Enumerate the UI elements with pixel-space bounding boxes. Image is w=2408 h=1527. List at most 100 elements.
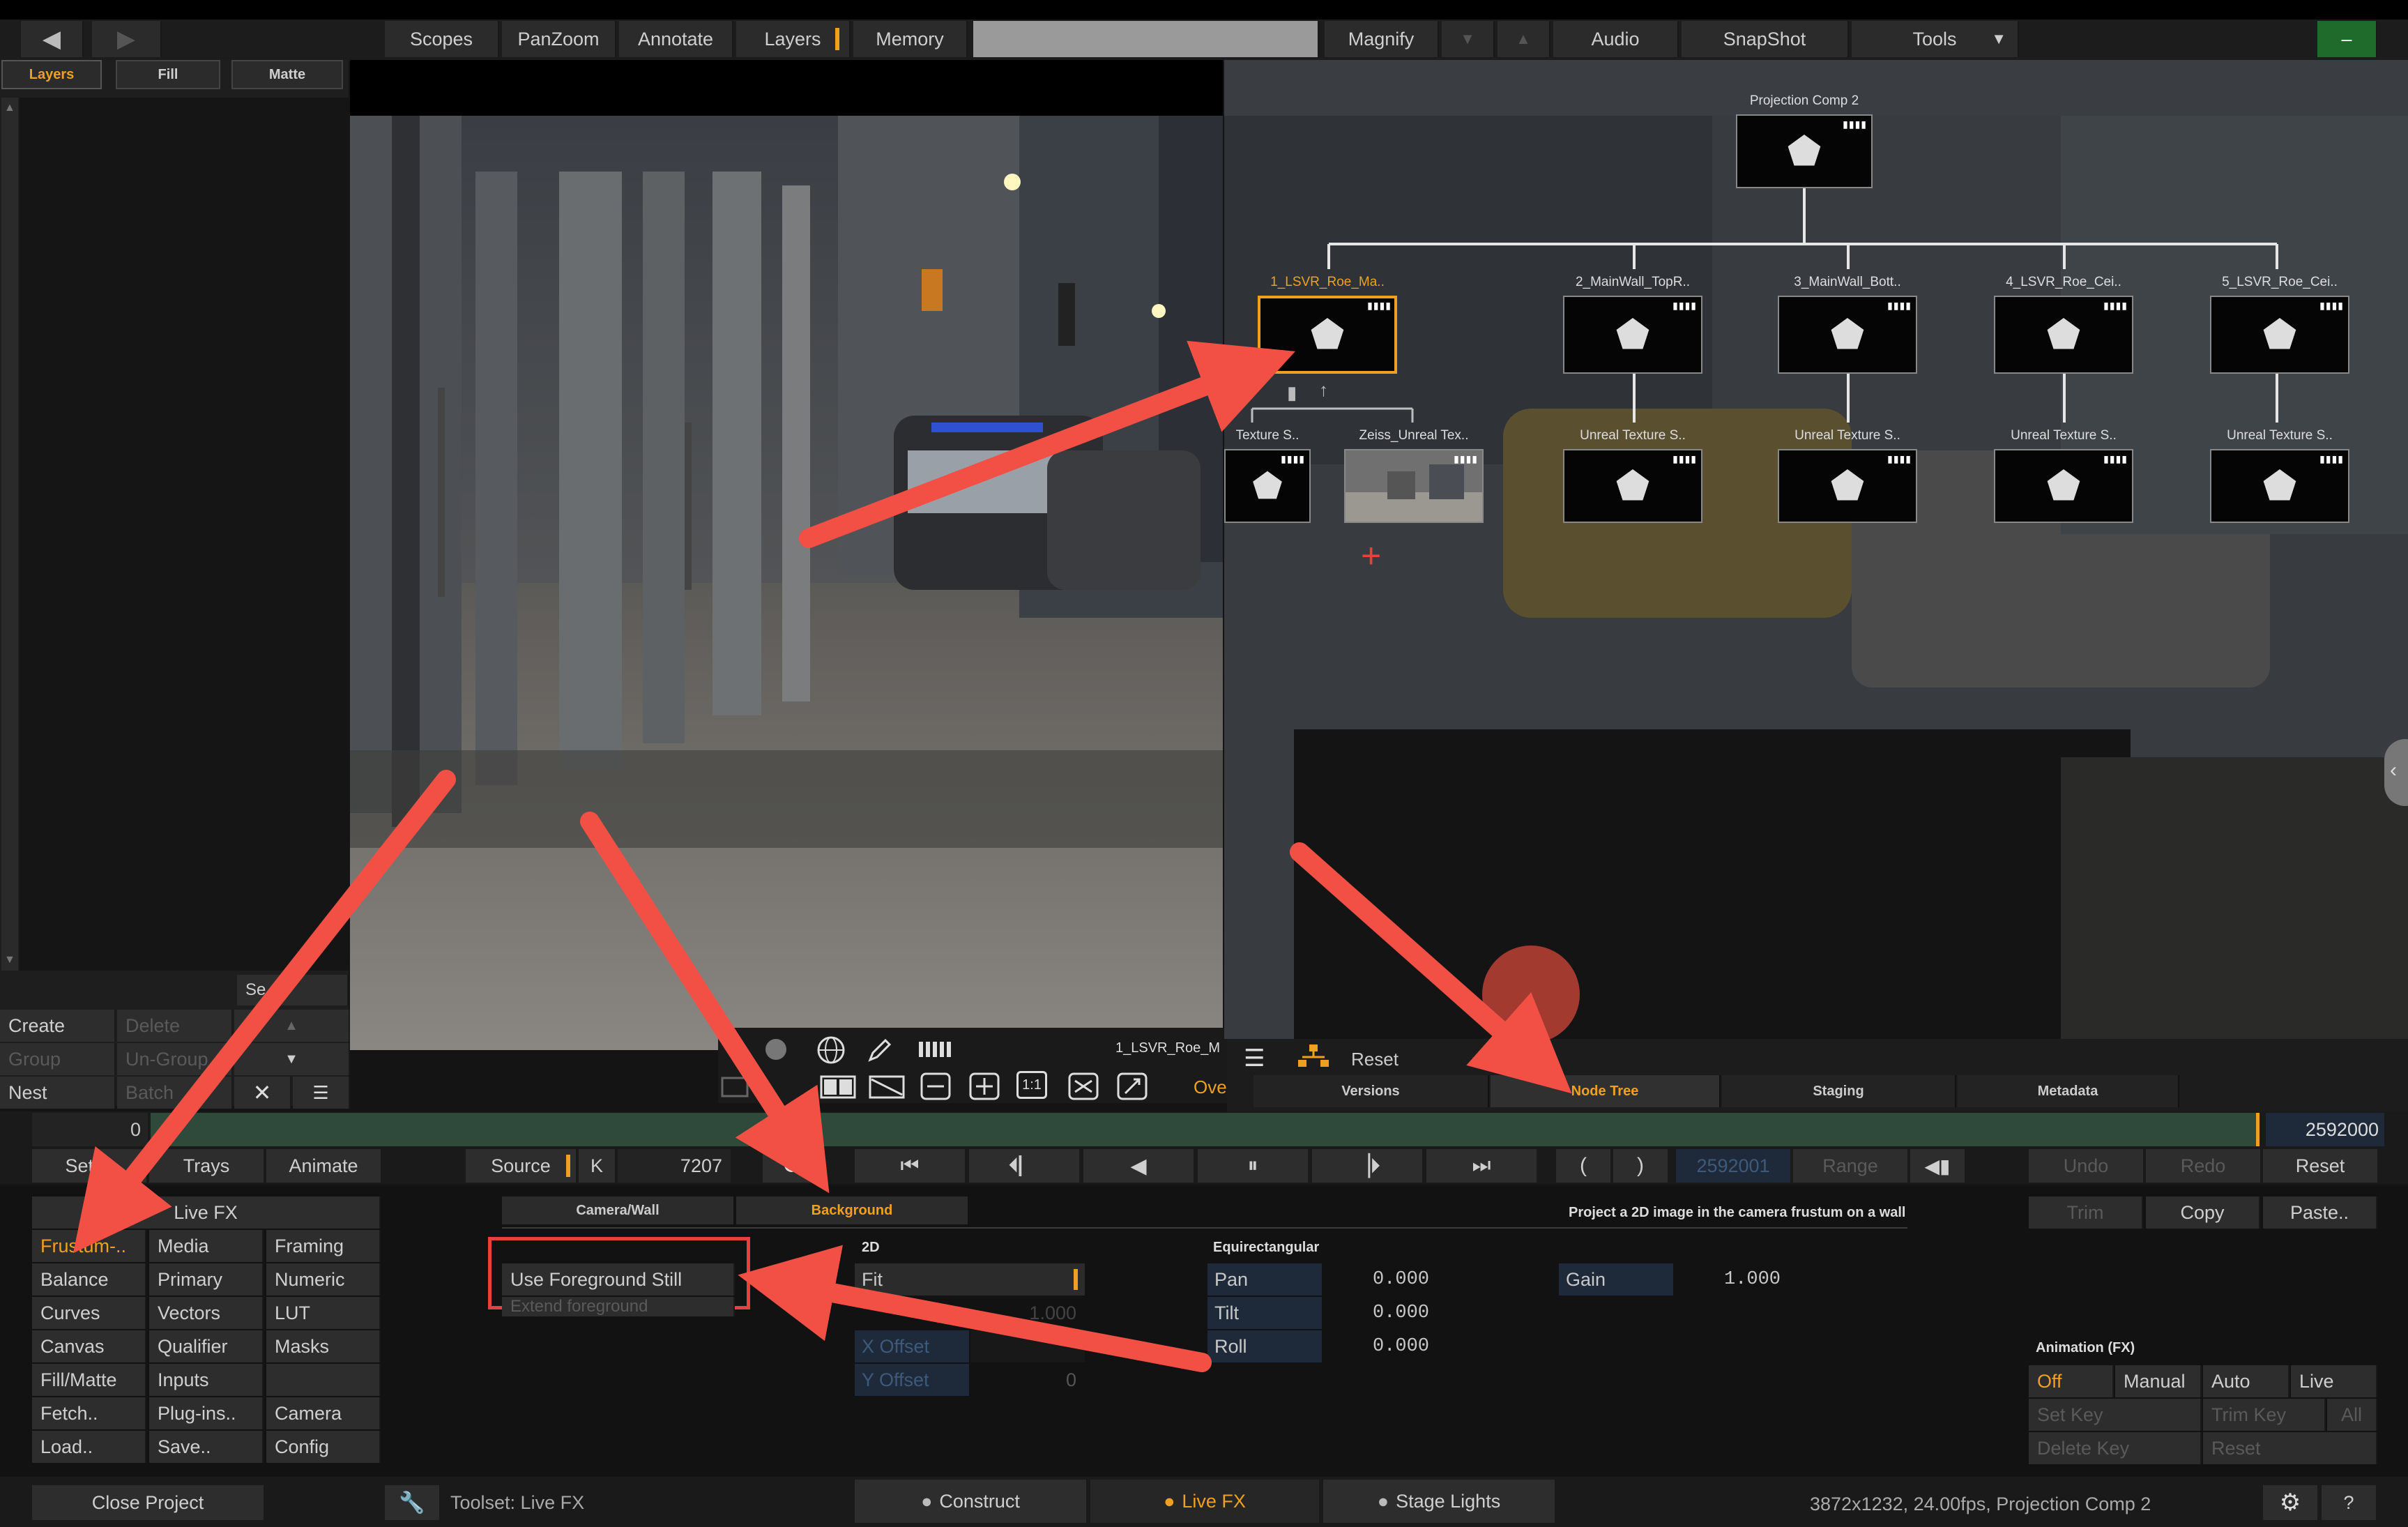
timeline-end[interactable]: 2592000: [2266, 1113, 2384, 1146]
go-to-start-button[interactable]: ⏮: [855, 1149, 966, 1183]
fit-dropdown[interactable]: Fit: [855, 1263, 1085, 1296]
all-button[interactable]: All: [2327, 1399, 2377, 1431]
node-unreal-texture-1[interactable]: Unreal Texture S.. ⬟ ▮▮▮▮: [1563, 428, 1702, 523]
menu-qualifier[interactable]: Qualifier: [149, 1330, 264, 1362]
tab-metadata[interactable]: Metadata: [1958, 1075, 2179, 1107]
pan-value[interactable]: 0.000: [1323, 1263, 1438, 1296]
menu-media[interactable]: Media: [149, 1230, 264, 1262]
anim-reset-button[interactable]: Reset: [2203, 1432, 2377, 1464]
mark-out-button[interactable]: ): [1613, 1149, 1669, 1183]
settings-button[interactable]: ⚙: [2263, 1485, 2319, 1520]
tab-stage-lights[interactable]: ● Stage Lights: [1323, 1480, 1556, 1523]
ungroup-button[interactable]: Un-Group: [117, 1043, 233, 1075]
menu-masks[interactable]: Masks: [266, 1330, 381, 1362]
memory-button[interactable]: Memory: [853, 21, 968, 57]
batch-button[interactable]: Batch: [117, 1077, 233, 1109]
move-down-button[interactable]: ▼: [234, 1043, 350, 1075]
menu-save[interactable]: Save..: [149, 1431, 264, 1463]
menu-primary[interactable]: Primary: [149, 1263, 264, 1296]
magnify-down-button[interactable]: ▼: [1442, 21, 1495, 57]
menu-lut[interactable]: LUT: [266, 1297, 381, 1329]
layers-scrollbar[interactable]: ▲ ▼: [1, 98, 18, 971]
tab-layers[interactable]: Layers: [1, 60, 102, 89]
menu-plugins[interactable]: Plug-ins..: [149, 1397, 264, 1429]
node-5-lsvr[interactable]: 5_LSVR_Roe_Cei.. ⬟ ▮▮▮▮: [2210, 275, 2349, 374]
back-button[interactable]: ◀: [21, 21, 84, 57]
tilt-value[interactable]: 0.000: [1323, 1297, 1438, 1329]
tab-node-tree[interactable]: Node Tree: [1491, 1075, 1721, 1107]
menu-icon[interactable]: ☰: [1244, 1044, 1265, 1072]
menu-frustum[interactable]: Frustum-..: [32, 1230, 146, 1262]
y-offset-field[interactable]: 0: [970, 1364, 1085, 1396]
pause-button[interactable]: ⏸: [1198, 1149, 1309, 1183]
trim-button[interactable]: Trim: [2029, 1196, 2143, 1229]
tab-camera-wall[interactable]: Camera/Wall: [502, 1196, 735, 1224]
anim-manual-button[interactable]: Manual: [2115, 1365, 2202, 1397]
node-projection-comp[interactable]: Projection Comp 2 ⬟ ▮▮▮▮: [1736, 93, 1873, 188]
panzoom-button[interactable]: PanZoom: [502, 21, 616, 57]
mark-in-button[interactable]: (: [1556, 1149, 1612, 1183]
node-zeiss-unreal[interactable]: Zeiss_Unreal Tex.. ▮▮▮▮: [1344, 428, 1484, 523]
tab-trays[interactable]: Trays: [149, 1149, 265, 1183]
anim-live-button[interactable]: Live: [2291, 1365, 2377, 1397]
fullscreen-icon[interactable]: [1115, 1071, 1149, 1105]
k-button[interactable]: K: [579, 1149, 616, 1183]
use-foreground-still-button[interactable]: Use Foreground Still: [502, 1263, 735, 1296]
paste-button[interactable]: Paste..: [2263, 1196, 2377, 1229]
split-view-icon[interactable]: [818, 1072, 858, 1104]
menu-fill-matte[interactable]: Fill/Matte: [32, 1364, 146, 1396]
menu-canvas[interactable]: Canvas: [32, 1330, 146, 1362]
zoom-in-icon[interactable]: [968, 1071, 1001, 1105]
extend-foreground-button[interactable]: Extend foreground: [502, 1297, 735, 1316]
play-reverse-button[interactable]: ◀: [1083, 1149, 1195, 1183]
minimize-button[interactable]: –: [2317, 21, 2377, 57]
menu-config[interactable]: Config: [266, 1431, 381, 1463]
scopes-button[interactable]: Scopes: [385, 21, 499, 57]
tab-settings[interactable]: Settin: [32, 1149, 148, 1183]
move-up-button[interactable]: ▲: [234, 1010, 350, 1042]
tab-fill[interactable]: Fill: [116, 60, 220, 89]
node-4-lsvr[interactable]: 4_LSVR_Roe_Cei.. ⬟ ▮▮▮▮: [1994, 275, 2133, 374]
side-panel-handle[interactable]: ‹: [2384, 739, 2408, 806]
nest-button[interactable]: Nest: [0, 1077, 116, 1109]
reset-view-button[interactable]: Reset: [1351, 1049, 1399, 1070]
menu-load[interactable]: Load..: [32, 1431, 146, 1463]
redo-button[interactable]: Redo: [2146, 1149, 2262, 1183]
toolset-button[interactable]: 🔧: [385, 1485, 441, 1520]
node-unreal-texture-3[interactable]: Unreal Texture S.. ⬟ ▮▮▮▮: [1994, 428, 2133, 523]
go-to-end-button[interactable]: ⏭: [1426, 1149, 1538, 1183]
globe-icon[interactable]: [816, 1035, 846, 1069]
wipe-icon[interactable]: [867, 1072, 906, 1104]
crosshair-icon[interactable]: +: [1361, 538, 1381, 573]
menu-vectors[interactable]: Vectors: [149, 1297, 264, 1329]
close-project-button[interactable]: Close Project: [32, 1485, 265, 1520]
annotate-button[interactable]: Annotate: [619, 21, 733, 57]
gain-value[interactable]: 1.000: [1675, 1263, 1789, 1296]
source-button[interactable]: Source: [466, 1149, 577, 1183]
duration-field[interactable]: 2592001: [1676, 1149, 1792, 1183]
list-button[interactable]: ☰: [293, 1077, 350, 1109]
x-offset-field[interactable]: [970, 1330, 1085, 1362]
group-button[interactable]: Group: [0, 1043, 116, 1075]
delete-button[interactable]: Delete: [117, 1010, 233, 1042]
menu-fetch[interactable]: Fetch..: [32, 1397, 146, 1429]
step-forward-button[interactable]: ▕⏵: [1312, 1149, 1424, 1183]
reset-button[interactable]: Reset: [2263, 1149, 2379, 1183]
magnify-button[interactable]: Magnify: [1325, 21, 1439, 57]
tab-animate[interactable]: Animate: [266, 1149, 382, 1183]
trash-icon[interactable]: ▮: [1287, 382, 1297, 404]
viewer[interactable]: [350, 60, 1223, 1050]
layers-button[interactable]: Layers: [736, 21, 851, 57]
remove-button[interactable]: ✕: [234, 1077, 291, 1109]
overlay-label[interactable]: Ove: [1194, 1077, 1227, 1098]
roll-value[interactable]: 0.000: [1323, 1330, 1438, 1362]
timeline-playhead[interactable]: [2256, 1113, 2260, 1146]
range-button[interactable]: Range: [1793, 1149, 1909, 1183]
search-button[interactable]: Se: [237, 975, 349, 1005]
fit-view-icon[interactable]: [1067, 1071, 1100, 1105]
menu-inputs[interactable]: Inputs: [149, 1364, 264, 1396]
tab-versions[interactable]: Versions: [1253, 1075, 1489, 1107]
tab-staging[interactable]: Staging: [1722, 1075, 1956, 1107]
trim-key-button[interactable]: Trim Key: [2203, 1399, 2326, 1431]
grid-icon[interactable]: [718, 1072, 753, 1104]
